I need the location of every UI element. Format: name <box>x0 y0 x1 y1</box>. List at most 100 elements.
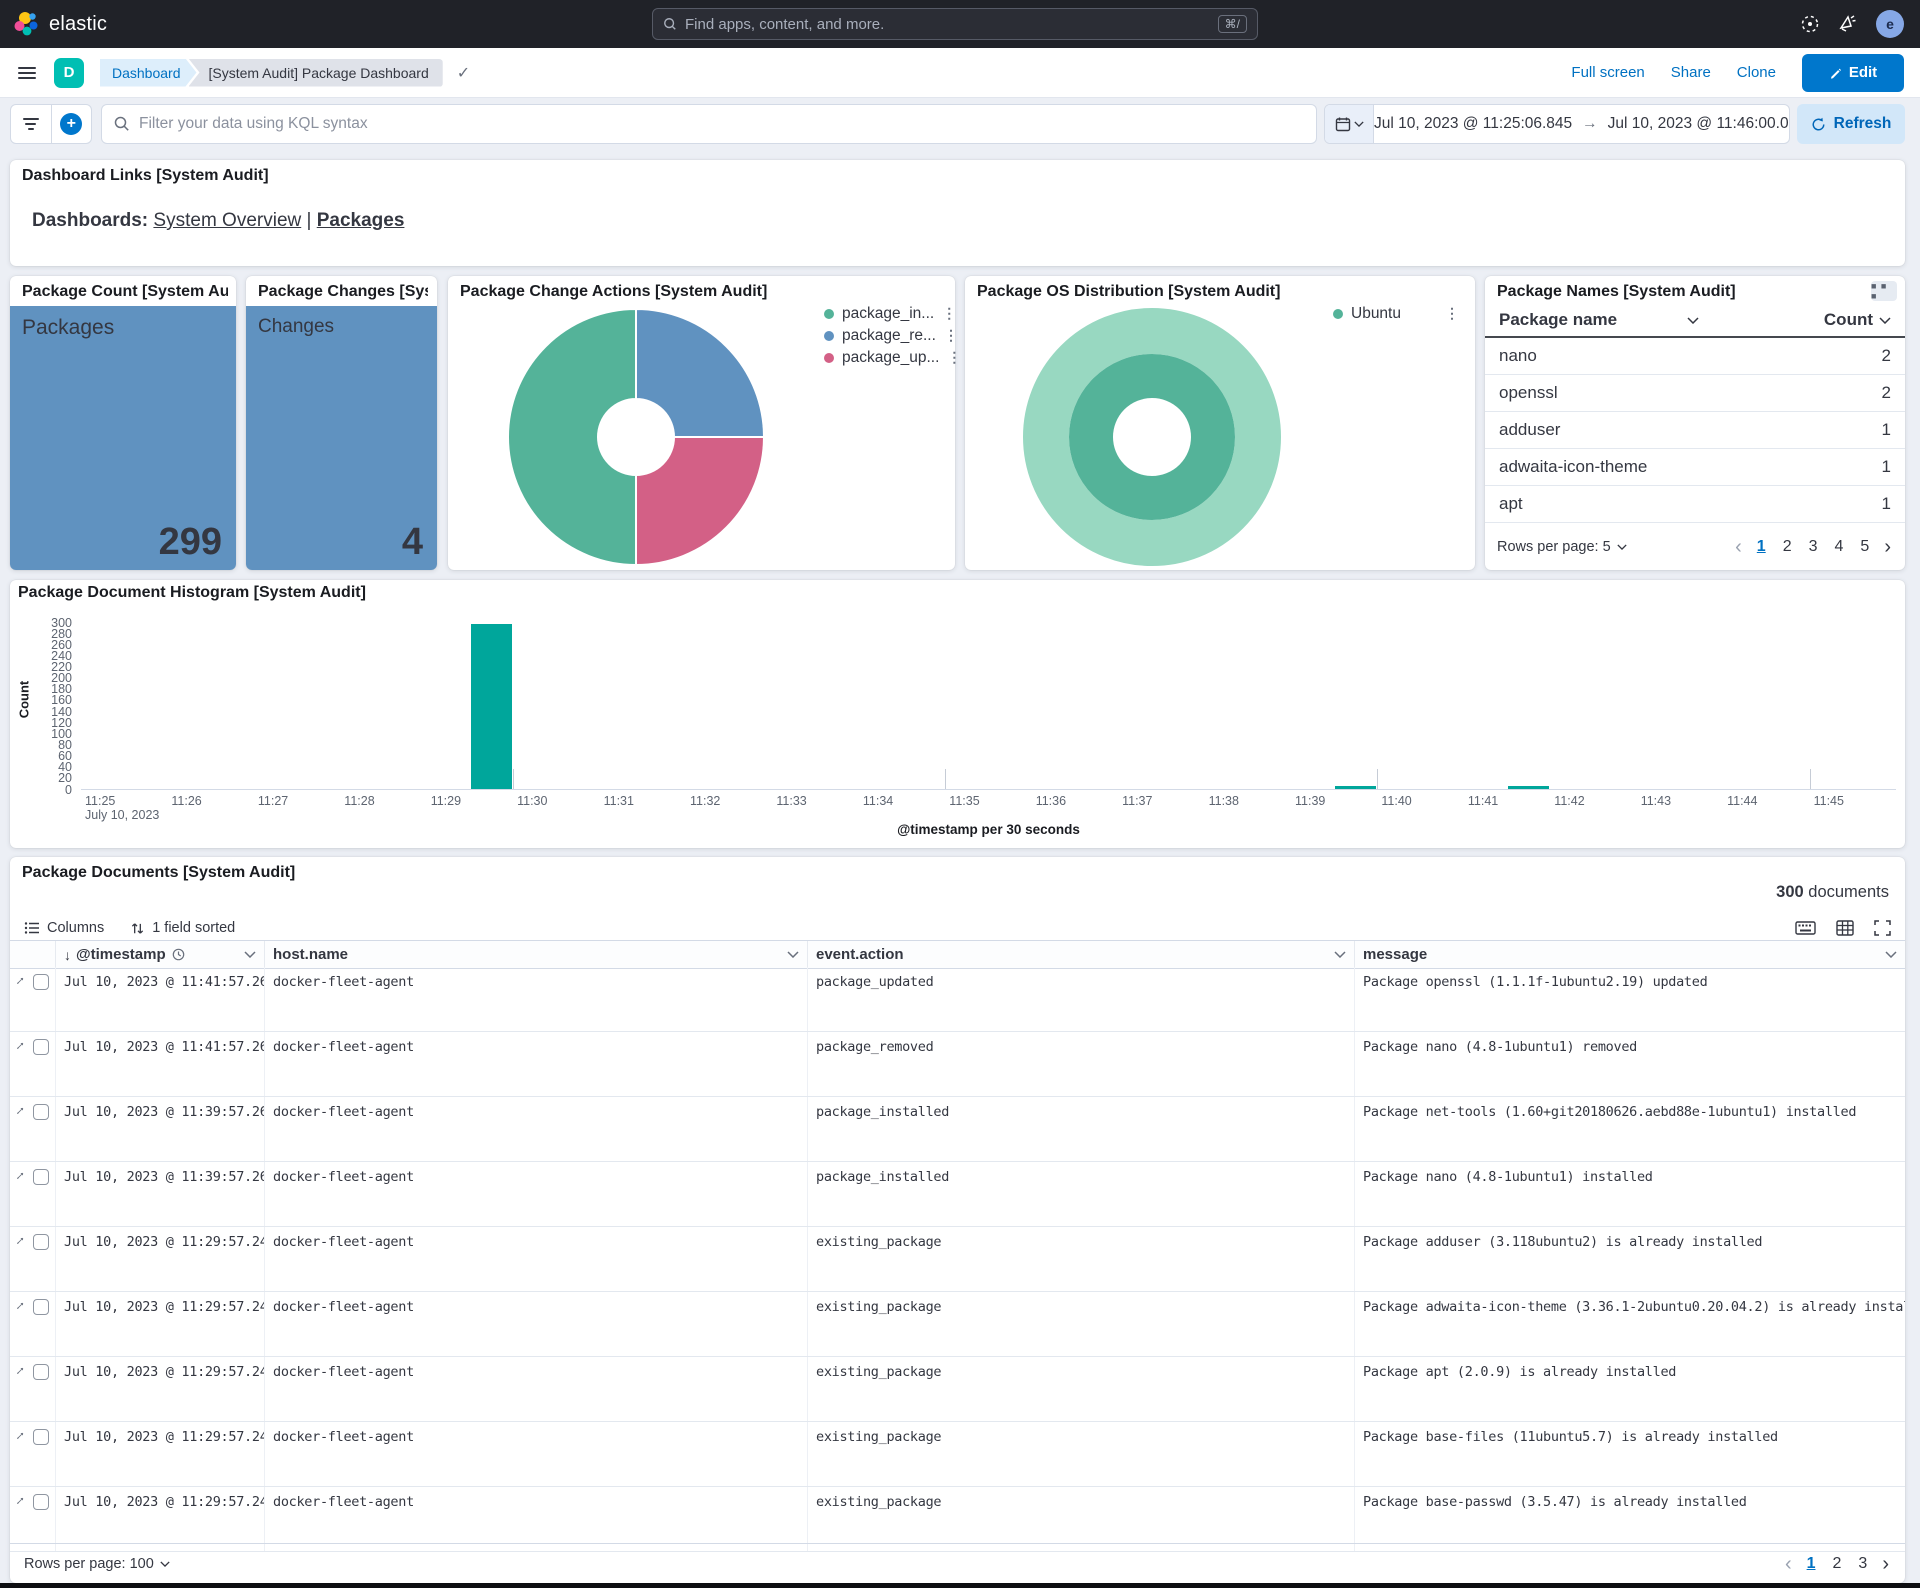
expand-document-icon[interactable] <box>16 1234 25 1247</box>
column-header-message[interactable]: message <box>1355 941 1905 968</box>
table-row[interactable]: openssl2 <box>1485 375 1905 412</box>
guided-setup-icon[interactable] <box>1800 14 1820 34</box>
row-checkbox[interactable] <box>33 1039 49 1055</box>
table-row[interactable]: adduser1 <box>1485 412 1905 449</box>
slice-package_updated[interactable] <box>636 437 764 565</box>
legend-item-package_in...[interactable]: package_in...⋮ <box>824 306 950 321</box>
chevron-down-icon[interactable] <box>1885 951 1897 958</box>
row-checkbox[interactable] <box>33 1429 49 1445</box>
count-cell: 1 <box>1882 420 1891 440</box>
link-system-overview[interactable]: System Overview <box>153 210 301 231</box>
histogram-bar-11:39:30[interactable] <box>1335 786 1376 789</box>
ring-inner-Ubuntu[interactable] <box>1091 376 1213 498</box>
slice-package_removed[interactable] <box>636 309 764 437</box>
keyboard-icon[interactable] <box>1795 920 1816 936</box>
date-end[interactable]: Jul 10, 2023 @ 11:46:00.071 <box>1608 115 1790 133</box>
prev-page-button[interactable]: ‹ <box>1733 537 1744 557</box>
page-5-button[interactable]: 5 <box>1856 537 1873 557</box>
expand-document-icon[interactable] <box>16 1299 25 1312</box>
column-header-count[interactable]: Count <box>1824 310 1873 330</box>
page-4-button[interactable]: 4 <box>1831 537 1848 557</box>
page-2-button[interactable]: 2 <box>1779 537 1796 557</box>
expand-document-icon[interactable] <box>16 1429 25 1442</box>
slice-package_installed[interactable] <box>508 309 636 565</box>
legend-item-Ubuntu[interactable]: Ubuntu⋮ <box>1333 306 1459 321</box>
column-header-package-name[interactable]: Package name <box>1499 310 1617 330</box>
clone-link[interactable]: Clone <box>1737 64 1776 81</box>
table-row[interactable]: adwaita-icon-theme1 <box>1485 449 1905 486</box>
full-screen-link[interactable]: Full screen <box>1571 64 1644 81</box>
display-options-icon[interactable] <box>1836 920 1854 936</box>
add-filter-button[interactable]: + <box>52 105 92 143</box>
page-1-button[interactable]: 1 <box>1803 1554 1820 1574</box>
rows-per-page-selector[interactable]: Rows per page: 100 <box>24 1556 170 1572</box>
elastic-logo[interactable]: elastic <box>14 11 107 37</box>
chevron-down-icon[interactable] <box>787 951 799 958</box>
table-row[interactable]: nano2 <box>1485 338 1905 375</box>
legend-item-package_re...[interactable]: package_re...⋮ <box>824 328 950 343</box>
expand-document-icon[interactable] <box>16 1104 25 1117</box>
date-start[interactable]: Jul 10, 2023 @ 11:25:06.845 <box>1374 115 1572 133</box>
columns-button[interactable]: Columns <box>24 920 104 936</box>
legend-actions-icon[interactable]: ⋮ <box>942 305 956 322</box>
row-checkbox[interactable] <box>33 1364 49 1380</box>
os-distribution-donut-chart[interactable] <box>1023 308 1281 566</box>
panel-options-icon[interactable]: ■ ■ ■ <box>1871 281 1897 301</box>
user-avatar[interactable]: e <box>1876 10 1904 38</box>
next-page-button[interactable]: › <box>1880 1554 1891 1574</box>
expand-document-icon[interactable] <box>16 1364 25 1377</box>
x-axis-tick <box>1377 769 1378 789</box>
breadcrumb-current[interactable]: [System Audit] Package Dashboard <box>189 59 443 87</box>
sorted-fields-button[interactable]: 1 field sorted <box>130 920 235 936</box>
kql-query-input[interactable]: Filter your data using KQL syntax <box>101 104 1317 144</box>
histogram-bar-11:29:30[interactable] <box>471 624 512 789</box>
expand-document-icon[interactable] <box>16 1039 25 1052</box>
chevron-down-icon[interactable] <box>1687 317 1699 324</box>
row-checkbox[interactable] <box>33 974 49 990</box>
prev-page-button[interactable]: ‹ <box>1783 1554 1794 1574</box>
legend-actions-icon[interactable]: ⋮ <box>947 349 961 366</box>
histogram-bar-11:41:30[interactable] <box>1508 786 1549 789</box>
column-header-hostname[interactable]: host.name <box>265 941 808 968</box>
row-checkbox[interactable] <box>33 1234 49 1250</box>
next-page-button[interactable]: › <box>1882 537 1893 557</box>
column-header-event-action[interactable]: event.action <box>808 941 1355 968</box>
legend-actions-icon[interactable]: ⋮ <box>1445 305 1459 322</box>
edit-button[interactable]: Edit <box>1802 54 1904 92</box>
row-checkbox[interactable] <box>33 1299 49 1315</box>
expand-document-icon[interactable] <box>16 1494 25 1507</box>
date-range-picker[interactable]: Jul 10, 2023 @ 11:25:06.845 → Jul 10, 20… <box>1324 104 1790 144</box>
chevron-down-icon[interactable] <box>244 951 256 958</box>
page-3-button[interactable]: 3 <box>1805 537 1822 557</box>
chevron-down-icon[interactable] <box>1879 317 1891 324</box>
table-row[interactable]: apt1 <box>1485 486 1905 523</box>
menu-hamburger-icon[interactable] <box>18 67 36 79</box>
legend-actions-icon[interactable]: ⋮ <box>944 327 958 344</box>
page-3-button[interactable]: 3 <box>1854 1554 1871 1574</box>
row-checkbox[interactable] <box>33 1494 49 1510</box>
rows-per-page-selector[interactable]: Rows per page: 5 <box>1497 539 1627 555</box>
breadcrumb-dashboard[interactable]: Dashboard <box>100 59 197 87</box>
expand-document-icon[interactable] <box>16 1169 25 1182</box>
date-quick-select-button[interactable] <box>1325 105 1374 143</box>
dashboard-app-badge[interactable]: D <box>54 58 84 88</box>
filter-options-button[interactable] <box>11 105 52 143</box>
news-icon[interactable] <box>1838 14 1858 34</box>
row-checkbox[interactable] <box>33 1104 49 1120</box>
change-actions-donut-chart[interactable] <box>508 309 764 565</box>
global-search-input[interactable]: Find apps, content, and more. ⌘/ <box>652 8 1258 40</box>
legend-item-package_up...[interactable]: package_up...⋮ <box>824 350 950 365</box>
share-link[interactable]: Share <box>1671 64 1711 81</box>
chevron-down-icon[interactable] <box>1334 951 1346 958</box>
expand-document-icon[interactable] <box>16 974 25 987</box>
documents-table-header: ↓ @timestamp host.name event.action mess… <box>10 940 1905 969</box>
link-packages[interactable]: Packages <box>317 210 405 231</box>
page-1-button[interactable]: 1 <box>1753 537 1770 557</box>
fullscreen-icon[interactable] <box>1874 920 1891 936</box>
histogram-plot-area[interactable]: 3002802602402202001801601401201008060402… <box>10 580 1905 848</box>
row-checkbox[interactable] <box>33 1169 49 1185</box>
column-header-timestamp[interactable]: ↓ @timestamp <box>56 941 265 968</box>
package-name-cell: apt <box>1499 494 1523 514</box>
page-2-button[interactable]: 2 <box>1829 1554 1846 1574</box>
refresh-button[interactable]: Refresh <box>1797 104 1905 144</box>
